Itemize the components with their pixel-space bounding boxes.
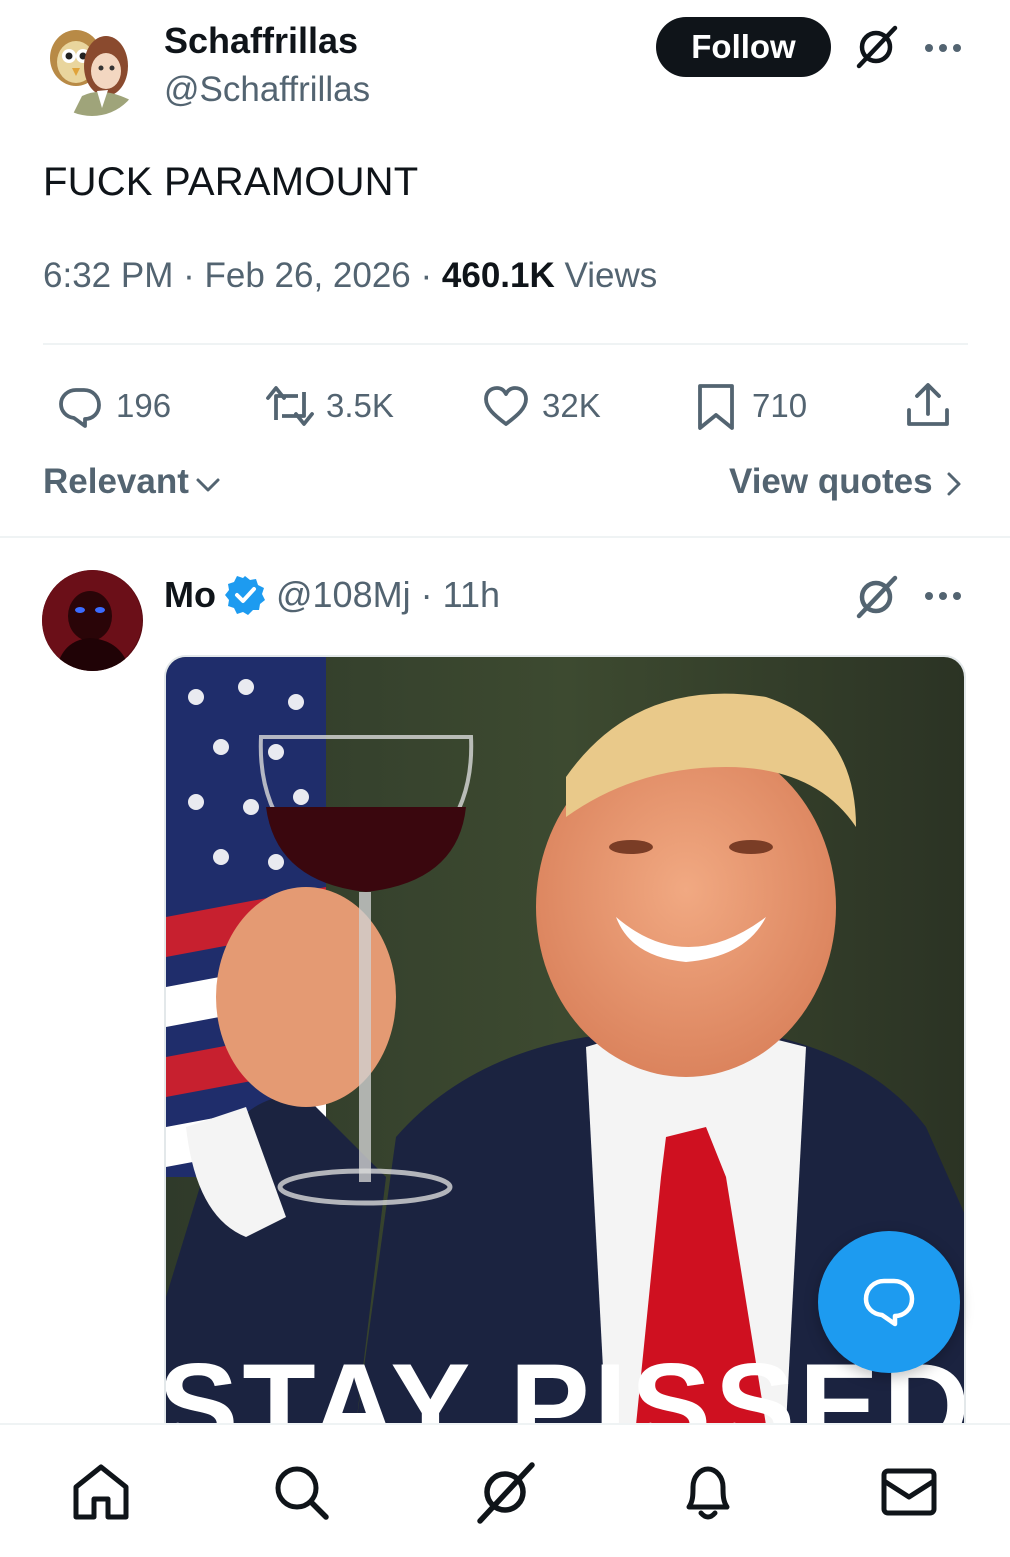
reply-author-handle[interactable]: @108Mj [276,574,411,616]
meta-separator: · [420,256,433,295]
divider [43,343,968,345]
grok-icon [477,1462,535,1524]
reply-header: Mo @108Mj · 11h [164,574,500,616]
sort-relevant-label: Relevant [43,462,189,501]
author-name[interactable]: Schaffrillas [164,20,358,62]
like-count: 32K [542,387,601,424]
meta-separator: · [183,256,195,295]
author-handle[interactable]: @Schaffrillas [164,70,370,110]
compose-reply-fab[interactable] [818,1231,960,1373]
follow-button[interactable]: Follow [656,17,831,77]
reply-author-avatar[interactable] [42,570,143,671]
views-count: 460.1K [441,256,555,295]
grok-icon[interactable] [851,572,901,622]
notifications-icon [686,1466,730,1520]
sort-relevant-dropdown[interactable]: Relevant [43,462,223,502]
bookmark-count: 710 [752,387,808,424]
bookmark-icon [698,384,734,430]
messages-icon [881,1468,937,1516]
like-button[interactable]: 32K [480,380,601,432]
more-icon[interactable] [920,576,966,616]
view-quotes-label: View quotes [729,462,933,501]
grok-icon[interactable] [851,22,901,72]
tweet-date[interactable]: Feb 26, 2026 [204,256,410,295]
reply-time[interactable]: 11h [443,574,500,616]
chevron-down-icon [196,478,220,492]
reply-author-name[interactable]: Mo [164,574,216,616]
tab-home[interactable] [68,1459,134,1525]
reply-separator: · [420,574,433,615]
more-icon[interactable] [920,28,966,68]
tweet-time[interactable]: 6:32 PM [43,256,173,295]
repost-button[interactable]: 3.5K [264,380,394,432]
reply-icon [59,388,101,428]
views-label: Views [564,256,658,295]
tweet-meta: 6:32 PM · Feb 26, 2026 · 460.1K Views [43,256,657,296]
reply-button[interactable]: 196 [54,380,171,432]
tab-grok[interactable] [472,1459,538,1525]
repost-count: 3.5K [326,387,394,424]
tab-messages[interactable] [876,1459,942,1525]
bottom-tab-bar [0,1423,1010,1557]
home-icon [73,1464,129,1520]
search-icon [275,1466,329,1520]
verified-badge-icon [224,576,265,615]
tab-notifications[interactable] [675,1459,741,1525]
view-quotes-link[interactable]: View quotes [729,462,969,502]
author-avatar[interactable] [42,16,142,116]
repost-icon [266,386,314,426]
reply-fab-icon [863,1278,915,1327]
like-icon [484,386,528,426]
share-icon [907,383,949,426]
reply-count: 196 [116,387,172,424]
chevron-right-icon [947,472,961,496]
share-button[interactable] [902,380,964,432]
tab-search[interactable] [268,1459,334,1525]
bookmark-button[interactable]: 710 [690,380,807,432]
divider [0,536,1010,538]
tweet-text: FUCK PARAMOUNT [43,160,419,204]
